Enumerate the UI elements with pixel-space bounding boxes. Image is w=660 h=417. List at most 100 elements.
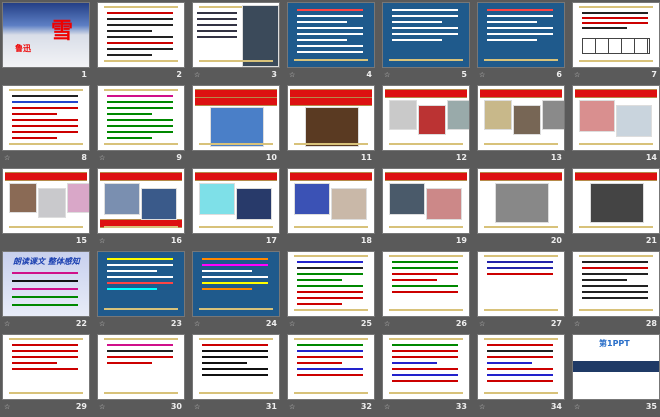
slide-slot[interactable]: ☆ 3: [193, 3, 279, 85]
slide-slot[interactable]: ☆ 4: [288, 3, 374, 85]
slide-thumbnail[interactable]: [383, 86, 469, 150]
transition-icon[interactable]: ☆: [4, 154, 10, 162]
text-line: [202, 374, 268, 376]
slide-slot[interactable]: 2: [98, 3, 184, 85]
text-line: [582, 267, 648, 269]
slide-slot[interactable]: ☆ 8: [3, 86, 89, 168]
slide-slot[interactable]: ☆ 33: [383, 335, 469, 417]
transition-icon[interactable]: ☆: [4, 320, 10, 328]
slide-thumbnail[interactable]: [193, 252, 279, 316]
slide-thumbnail[interactable]: [478, 169, 564, 233]
slide-thumbnail[interactable]: [478, 3, 564, 67]
slide-slot[interactable]: ☆ 26: [383, 252, 469, 334]
slide-slot[interactable]: 朗读课文 整体感知 ☆ 22: [3, 252, 89, 334]
slide-thumbnail[interactable]: 第1PPT: [573, 335, 659, 399]
text-line: [297, 285, 363, 287]
transition-icon[interactable]: ☆: [99, 237, 105, 245]
transition-icon[interactable]: ☆: [289, 320, 295, 328]
transition-icon[interactable]: ☆: [384, 320, 390, 328]
slide-slot[interactable]: 第1PPT ☆ 35: [573, 335, 659, 417]
slide-slot[interactable]: 雪鲁迅 1: [3, 3, 89, 85]
divider: [104, 226, 178, 228]
slide-slot[interactable]: 13: [478, 86, 564, 168]
slide-thumbnail[interactable]: [288, 3, 374, 67]
slide-slot[interactable]: ☆ 23: [98, 252, 184, 334]
slide-thumbnail[interactable]: [573, 169, 659, 233]
slide-thumbnail[interactable]: [383, 169, 469, 233]
transition-icon[interactable]: ☆: [194, 71, 200, 79]
text-line: [392, 21, 442, 23]
text-line: [487, 362, 532, 364]
slide-thumbnail[interactable]: [288, 335, 374, 399]
slide-slot[interactable]: ☆ 34: [478, 335, 564, 417]
slide-slot[interactable]: ☆ 27: [478, 252, 564, 334]
transition-icon[interactable]: ☆: [574, 320, 580, 328]
transition-icon[interactable]: ☆: [194, 320, 200, 328]
slide-slot[interactable]: ☆ 7: [573, 3, 659, 85]
transition-icon[interactable]: ☆: [99, 154, 105, 162]
slide-slot[interactable]: ☆ 29: [3, 335, 89, 417]
slide-thumbnail[interactable]: [3, 86, 89, 150]
slide-slot[interactable]: ☆ 32: [288, 335, 374, 417]
slide-slot[interactable]: 10: [193, 86, 279, 168]
slide-slot[interactable]: 21: [573, 169, 659, 251]
slide-thumbnail[interactable]: [383, 335, 469, 399]
slide-slot[interactable]: 20: [478, 169, 564, 251]
slide-photo: [495, 183, 549, 223]
slide-thumbnail[interactable]: [193, 3, 279, 67]
slide-slot[interactable]: 17: [193, 169, 279, 251]
slide-thumbnail[interactable]: [383, 252, 469, 316]
slide-thumbnail[interactable]: [98, 3, 184, 67]
slide-slot[interactable]: 12: [383, 86, 469, 168]
slide-slot[interactable]: ☆ 24: [193, 252, 279, 334]
slide-thumbnail[interactable]: [383, 3, 469, 67]
slide-slot[interactable]: ☆ 30: [98, 335, 184, 417]
slide-slot[interactable]: ☆ 28: [573, 252, 659, 334]
divider: [484, 338, 558, 340]
slide-slot[interactable]: 15: [3, 169, 89, 251]
transition-icon[interactable]: ☆: [479, 71, 485, 79]
slide-thumbnail[interactable]: 雪鲁迅: [3, 3, 89, 67]
slide-thumbnail[interactable]: [193, 169, 279, 233]
transition-icon[interactable]: ☆: [574, 71, 580, 79]
text-line: [107, 288, 157, 290]
slide-slot[interactable]: ☆ 9: [98, 86, 184, 168]
slide-thumbnail[interactable]: [98, 335, 184, 399]
transition-icon[interactable]: ☆: [384, 71, 390, 79]
slide-thumbnail[interactable]: [98, 169, 184, 233]
transition-icon[interactable]: ☆: [99, 320, 105, 328]
slide-slot[interactable]: ☆ 25: [288, 252, 374, 334]
slide-thumbnail[interactable]: [478, 335, 564, 399]
slide-slot[interactable]: ☆ 31: [193, 335, 279, 417]
slide-thumbnail[interactable]: [288, 169, 374, 233]
slide-thumbnail[interactable]: [478, 86, 564, 150]
slide-thumbnail[interactable]: [3, 169, 89, 233]
slide-slot[interactable]: ☆ 16: [98, 169, 184, 251]
slide-slot[interactable]: ☆ 6: [478, 3, 564, 85]
text-line: [202, 350, 268, 352]
divider: [389, 226, 463, 228]
slide-thumbnail[interactable]: [573, 3, 659, 67]
slide-thumbnail[interactable]: [288, 252, 374, 316]
slide-slot[interactable]: ☆ 5: [383, 3, 469, 85]
slide-slot[interactable]: 18: [288, 169, 374, 251]
slide-slot[interactable]: 19: [383, 169, 469, 251]
slide-thumbnail[interactable]: [98, 252, 184, 316]
slide-slot[interactable]: 14: [573, 86, 659, 168]
slide-thumbnail[interactable]: [478, 252, 564, 316]
slide-slot[interactable]: 11: [288, 86, 374, 168]
slide-thumbnail[interactable]: [193, 335, 279, 399]
transition-icon[interactable]: ☆: [479, 320, 485, 328]
slide-thumbnail[interactable]: [288, 86, 374, 150]
text-line: [202, 264, 268, 266]
slide-thumbnail[interactable]: [193, 86, 279, 150]
text-line: [202, 258, 268, 260]
slide-thumbnail[interactable]: [573, 86, 659, 150]
transition-icon[interactable]: ☆: [289, 71, 295, 79]
slide-thumbnail[interactable]: [573, 252, 659, 316]
slide-thumbnail[interactable]: [98, 86, 184, 150]
divider: [9, 89, 83, 91]
slide-thumbnail[interactable]: 朗读课文 整体感知: [3, 252, 89, 316]
slide-thumbnail[interactable]: [3, 335, 89, 399]
divider: [104, 6, 178, 8]
